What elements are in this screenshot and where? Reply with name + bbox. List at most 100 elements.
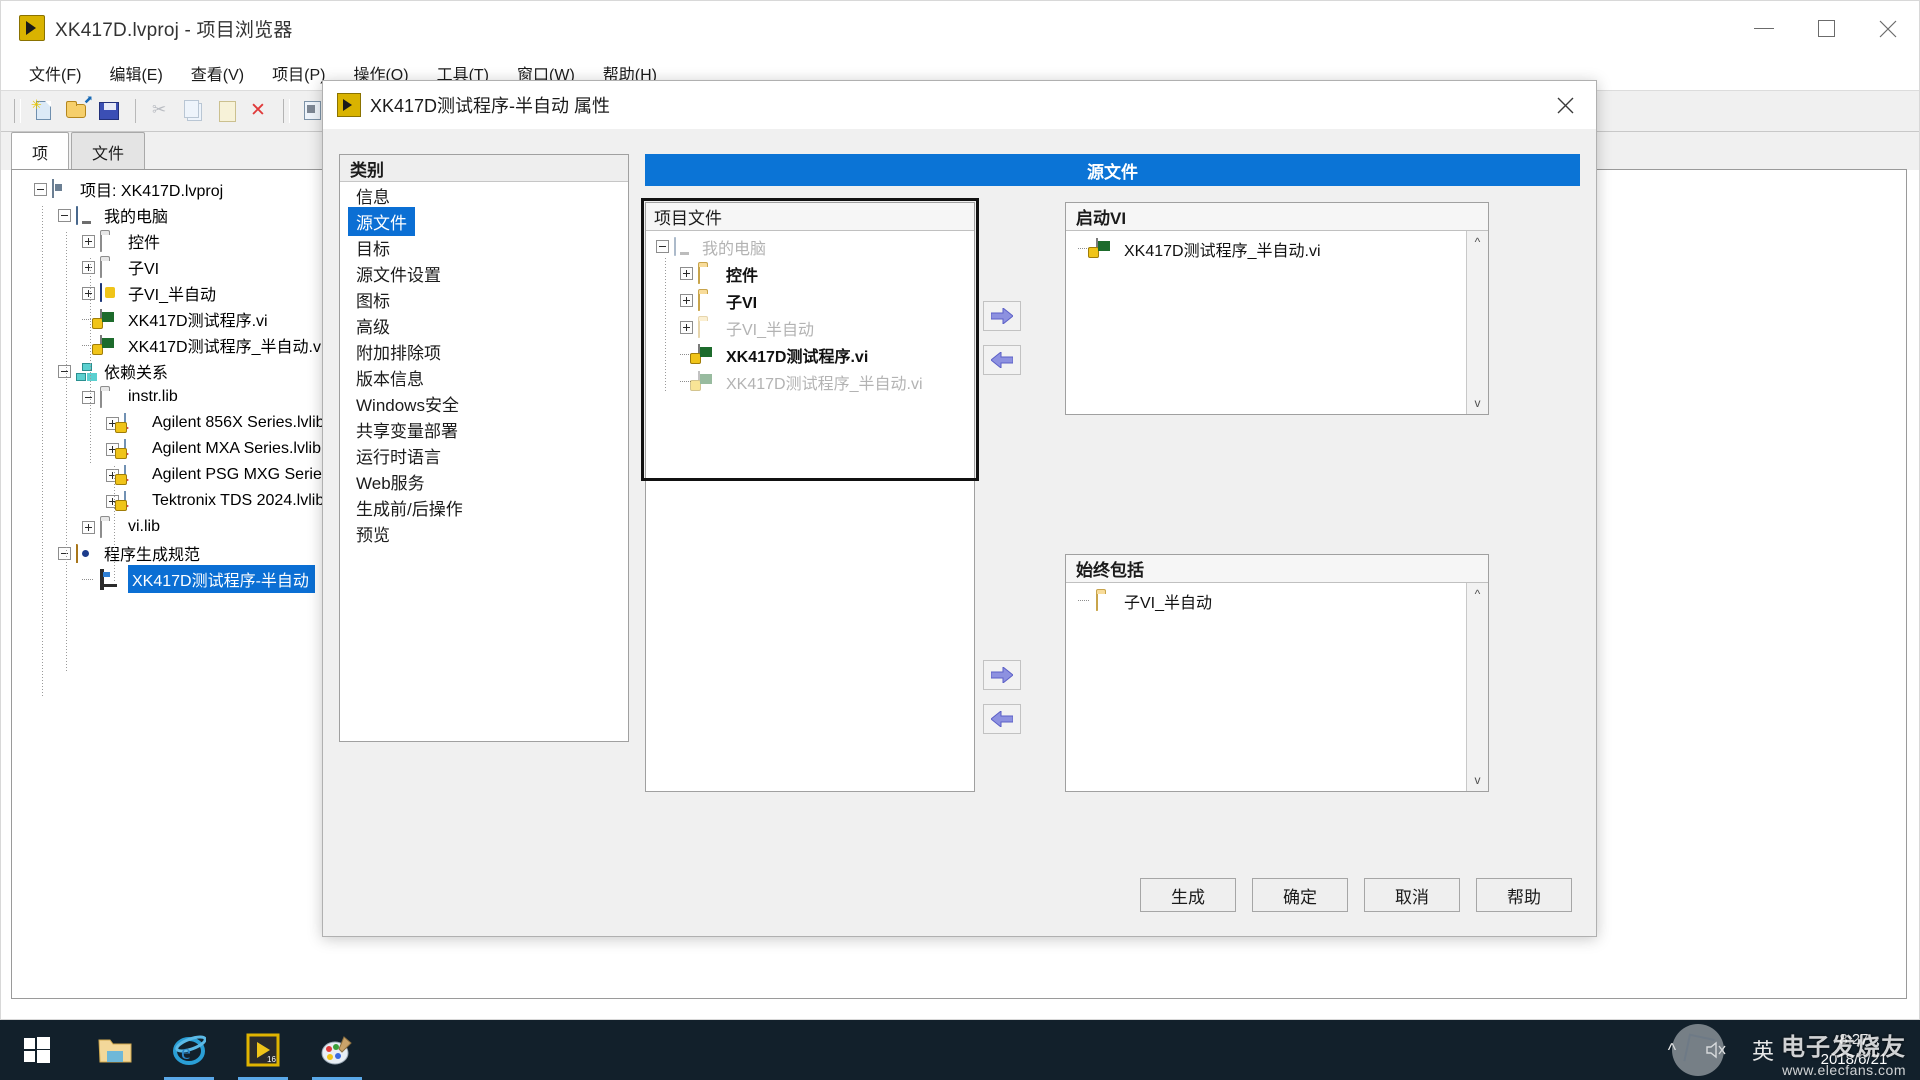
- expand-icon[interactable]: [82, 260, 95, 274]
- dialog-title: XK417D测试程序-半自动 属性: [370, 96, 611, 116]
- folder-yellow-icon: [1096, 591, 1117, 611]
- menu-edit[interactable]: 编辑(E): [95, 57, 176, 89]
- open-folder-icon[interactable]: ⬈: [62, 94, 93, 126]
- tree-item-label: Agilent MXA Series.lvlib: [152, 440, 321, 457]
- project-file-item[interactable]: 子VI_半自动: [646, 314, 974, 341]
- category-item[interactable]: 图标: [340, 286, 628, 312]
- scroll-down-icon[interactable]: v: [1467, 392, 1488, 414]
- labview-taskbar-icon: 16: [246, 1033, 280, 1067]
- minimize-button[interactable]: [1733, 1, 1795, 56]
- internet-explorer-icon[interactable]: e: [152, 1020, 226, 1080]
- tree-item-label: Tektronix TDS 2024.lvlib: [152, 492, 325, 509]
- build-button[interactable]: 生成: [1140, 878, 1236, 912]
- category-item[interactable]: 信息: [340, 182, 628, 208]
- expand-icon[interactable]: [82, 234, 95, 248]
- paste-icon[interactable]: [212, 96, 242, 126]
- cut-icon[interactable]: [146, 96, 176, 126]
- dialog-close-button[interactable]: [1542, 88, 1588, 122]
- help-button[interactable]: 帮助: [1476, 878, 1572, 912]
- expand-icon[interactable]: [82, 286, 95, 300]
- list-item[interactable]: XK417D测试程序_半自动.vi: [1066, 235, 1488, 262]
- tree-guide-line: [114, 466, 115, 581]
- save-icon[interactable]: [95, 96, 125, 126]
- scroll-up-icon[interactable]: ^: [1467, 231, 1488, 253]
- close-button[interactable]: [1857, 1, 1919, 56]
- computer-icon: [674, 237, 695, 256]
- properties-dialog: XK417D测试程序-半自动 属性 类别 信息 源文件 目标 源文件设置 图标 高级 附加排…: [322, 80, 1597, 937]
- project-file-item[interactable]: 我的电脑: [646, 233, 974, 260]
- start-button[interactable]: [0, 1020, 74, 1080]
- add-to-included-button[interactable]: [983, 660, 1021, 690]
- svg-text:e: e: [181, 1039, 191, 1064]
- delete-icon[interactable]: [245, 96, 275, 126]
- ime-indicator[interactable]: 英: [1738, 1020, 1788, 1080]
- menu-file[interactable]: 文件(F): [15, 57, 95, 89]
- category-item[interactable]: 生成前/后操作: [340, 494, 628, 520]
- category-item[interactable]: 共享变量部署: [340, 416, 628, 442]
- category-item[interactable]: 高级: [340, 312, 628, 338]
- expand-icon[interactable]: [82, 520, 95, 534]
- vi-icon: [100, 334, 121, 355]
- category-item[interactable]: 目标: [340, 234, 628, 260]
- labview-icon: [337, 93, 361, 117]
- folder-icon: [100, 518, 121, 538]
- category-item[interactable]: 源文件: [340, 206, 628, 236]
- project-file-item[interactable]: 子VI: [646, 287, 974, 314]
- vi-icon: [1096, 238, 1117, 258]
- remove-from-startup-button[interactable]: [983, 345, 1021, 375]
- ok-button[interactable]: 确定: [1252, 878, 1348, 912]
- maximize-icon: [1817, 20, 1835, 37]
- always-included-panel[interactable]: 始终包括 子VI_半自动 ^ v: [1065, 554, 1489, 792]
- menu-view[interactable]: 查看(V): [177, 57, 258, 89]
- copy-icon[interactable]: [179, 96, 209, 126]
- expand-icon[interactable]: [680, 294, 693, 307]
- collapse-icon[interactable]: [58, 208, 71, 222]
- collapse-icon[interactable]: [34, 182, 47, 196]
- tree-guide-line: [42, 206, 43, 696]
- scroll-up-icon[interactable]: ^: [1467, 583, 1488, 605]
- category-item[interactable]: 运行时语言: [340, 442, 628, 468]
- tab-files[interactable]: 文件: [71, 132, 146, 170]
- category-item[interactable]: Web服务: [340, 468, 628, 494]
- paint-icon[interactable]: [300, 1020, 374, 1080]
- project-files-list: 我的电脑 控件 子VI 子VI_半自动 XK417D测试程序.vi XK417D测试程序_…: [646, 231, 974, 395]
- scroll-down-icon[interactable]: v: [1467, 769, 1488, 791]
- add-to-startup-button[interactable]: [983, 301, 1021, 331]
- expand-icon[interactable]: [680, 267, 693, 280]
- remove-from-included-button[interactable]: [983, 704, 1021, 734]
- project-file-item[interactable]: XK417D测试程序.vi: [646, 341, 974, 368]
- project-file-item[interactable]: XK417D测试程序_半自动.vi: [646, 368, 974, 395]
- toolbar-grip-2[interactable]: [283, 99, 290, 123]
- category-item-label: 附加排除项: [356, 343, 441, 363]
- clock[interactable]: 8:27 2018/6/21: [1788, 1030, 1920, 1070]
- scrollbar[interactable]: ^ v: [1466, 231, 1488, 414]
- cancel-button[interactable]: 取消: [1364, 878, 1460, 912]
- new-icon[interactable]: ✳: [29, 96, 59, 126]
- file-explorer-icon[interactable]: [78, 1020, 152, 1080]
- tree-item-label: Agilent 856X Series.lvlib: [152, 414, 325, 431]
- collapse-icon[interactable]: [656, 240, 669, 253]
- category-item[interactable]: 源文件设置: [340, 260, 628, 286]
- maximize-button[interactable]: [1795, 1, 1857, 56]
- category-item[interactable]: Windows安全: [340, 390, 628, 416]
- section-banner: 源文件: [645, 154, 1580, 186]
- category-header: 类别: [340, 155, 628, 182]
- collapse-icon[interactable]: [58, 364, 71, 378]
- project-files-panel[interactable]: 项目文件 我的电脑 控件 子VI 子VI_半自动 XK417D测试程序.vi XK417D…: [645, 202, 975, 792]
- category-list[interactable]: 类别 信息 源文件 目标 源文件设置 图标 高级附加排除项 版本信息 Windows安全 共享变…: [339, 154, 629, 742]
- labview-icon[interactable]: 16: [226, 1020, 300, 1080]
- expand-icon[interactable]: [680, 321, 693, 334]
- category-item[interactable]: 附加排除项: [340, 338, 628, 364]
- tab-items[interactable]: 项: [11, 132, 70, 171]
- project-file-item[interactable]: 控件: [646, 260, 974, 287]
- project-file-label: XK417D测试程序.vi: [726, 348, 869, 366]
- list-item[interactable]: 子VI_半自动: [1066, 587, 1488, 614]
- startup-vi-panel[interactable]: 启动VI XK417D测试程序_半自动.vi ^ v: [1065, 202, 1489, 415]
- category-item[interactable]: 版本信息: [340, 364, 628, 390]
- category-item[interactable]: 预览: [340, 520, 628, 546]
- scrollbar[interactable]: ^ v: [1466, 583, 1488, 791]
- folder-icon: [100, 388, 121, 408]
- collapse-icon[interactable]: [58, 546, 71, 560]
- toolbar-grip[interactable]: [14, 99, 21, 123]
- collapse-icon[interactable]: [82, 390, 95, 404]
